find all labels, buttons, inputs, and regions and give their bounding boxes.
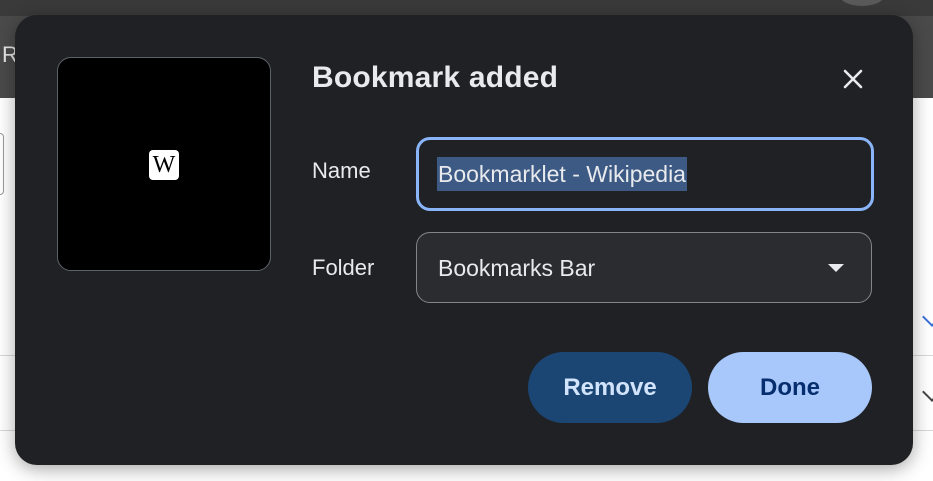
close-button[interactable]: [835, 61, 871, 97]
remove-button[interactable]: Remove: [528, 352, 692, 423]
bookmark-name-value[interactable]: Bookmarklet - Wikipedia: [437, 157, 687, 191]
done-button[interactable]: Done: [708, 352, 872, 423]
folder-selected-value: Bookmarks Bar: [438, 255, 596, 281]
name-label: Name: [312, 158, 371, 183]
bookmark-thumbnail: W: [57, 57, 271, 271]
close-icon: [843, 69, 863, 89]
background-input-box: [0, 133, 4, 195]
wikipedia-logo-icon: W: [149, 150, 179, 180]
bookmark-added-dialog: W Bookmark added Name Bookmarklet - Wiki…: [15, 15, 913, 465]
dialog-title: Bookmark added: [312, 61, 559, 94]
bookmark-name-field[interactable]: Bookmarklet - Wikipedia: [416, 137, 874, 211]
dropdown-caret-icon: [828, 264, 844, 272]
folder-dropdown[interactable]: Bookmarks Bar: [416, 232, 872, 303]
favicon-letter: W: [152, 152, 176, 178]
browser-top-bar: [0, 0, 933, 16]
folder-label: Folder: [312, 255, 375, 280]
